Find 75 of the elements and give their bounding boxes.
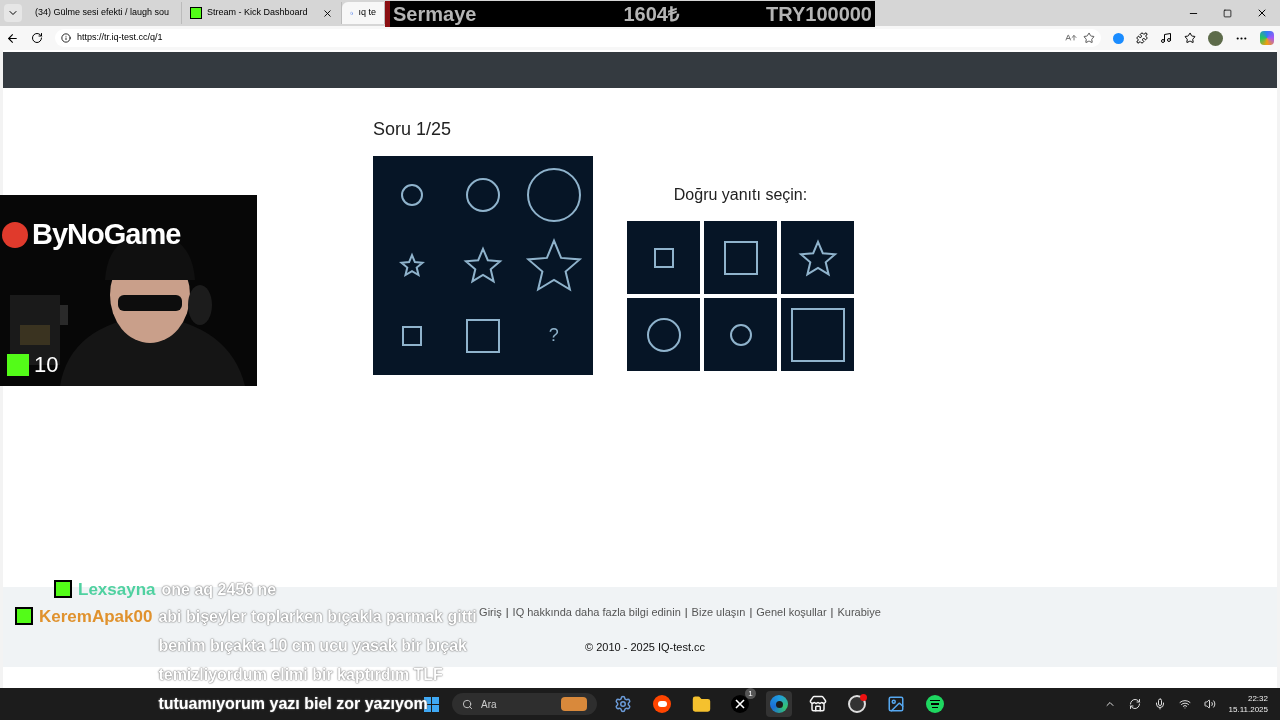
star-icon (463, 245, 503, 286)
banner-amount: 1604₺ (623, 2, 679, 27)
separator: | (505, 605, 509, 620)
chat-username: KeremApak00 (39, 606, 153, 628)
taskbar-search-field[interactable]: Ara (452, 693, 597, 715)
tab-list-button[interactable] (4, 4, 22, 22)
separator: | (684, 605, 688, 620)
question-title: Soru 1/25 (373, 118, 452, 141)
square-icon (722, 239, 759, 276)
close-icon[interactable] (1256, 7, 1268, 19)
answer-option[interactable] (781, 221, 854, 294)
close-icon[interactable] (322, 7, 333, 19)
footer-link[interactable]: Genel koşullar (756, 604, 827, 621)
microphone-icon[interactable] (1153, 698, 1166, 710)
banner-label: Sermaye (393, 2, 477, 27)
address-field[interactable]: https://tr.iq-test.cc/q/1 (55, 29, 1101, 47)
volume-icon[interactable] (1203, 698, 1216, 710)
separator: | (749, 605, 753, 620)
answer-option[interactable] (781, 298, 854, 371)
answer-option[interactable] (704, 298, 777, 371)
star-icon (399, 252, 426, 279)
chat-message-line: temizliyordum elimi bir kaptırdım TLF (158, 665, 443, 686)
star-icon (797, 237, 838, 278)
clock-time[interactable]: 22:32 (1247, 693, 1268, 704)
taskbar-app[interactable]: 1 (727, 691, 753, 717)
footer-link[interactable]: Giriş (479, 604, 502, 621)
footer-link[interactable]: Bize ulaşın (691, 604, 746, 621)
kick-icon (7, 353, 29, 376)
question-mark: ? (548, 324, 559, 348)
search-icon (462, 698, 473, 710)
square-icon (789, 306, 846, 363)
circle-icon (728, 322, 753, 347)
circle-icon (465, 177, 501, 214)
answer-option[interactable] (627, 298, 700, 371)
browser-tab[interactable]: Stream - Kick Dashboard (182, 2, 342, 24)
notification-badge: 1 (745, 688, 756, 699)
copilot-icon[interactable] (1260, 31, 1274, 45)
square-icon (465, 317, 501, 354)
info-icon (61, 33, 71, 43)
chat-message-line: benim bıçakta 10 cm ucu yasak bir bıçak (158, 636, 467, 657)
favorites-icon[interactable] (1184, 32, 1196, 44)
footer-link[interactable]: Kurabiye (837, 604, 881, 621)
clock-date[interactable]: 15.11.2025 (1228, 704, 1268, 715)
chat-message-line: abi bişeyler toplarken bıçakla parmak gitti (158, 607, 477, 628)
answers-title: Doğru yanıtı seçin: (673, 185, 808, 205)
circle-icon (645, 316, 682, 353)
wifi-icon[interactable] (1178, 698, 1191, 710)
footer-link[interactable]: IQ hakkında daha fazla bilgi edinin (512, 604, 681, 621)
chat-username: Lexsayna (78, 579, 156, 601)
square-icon (652, 246, 675, 269)
answer-option[interactable] (704, 221, 777, 294)
answer-option[interactable] (627, 221, 700, 294)
kick-icon (190, 7, 202, 19)
maximize-icon[interactable] (1223, 8, 1232, 18)
circle-icon (525, 167, 582, 224)
media-icon[interactable] (1160, 32, 1172, 44)
separator: | (830, 605, 834, 620)
sync-icon[interactable] (1128, 698, 1141, 710)
chat-message-line: one aq 2456 ne (161, 580, 277, 601)
channel-name: ByNoGame (32, 217, 181, 252)
back-icon[interactable] (6, 31, 19, 45)
circle-icon (400, 183, 425, 208)
square-icon (401, 324, 424, 347)
copyright: © 2010 - 2025 IQ-test.cc (585, 639, 705, 655)
reload-icon[interactable] (31, 32, 43, 44)
chat-message-line: tutuamıyorum yazı biel zor yazıyom (158, 694, 428, 714)
viewer-count: 10 (34, 351, 59, 379)
kick-icon (54, 580, 72, 598)
favorite-icon[interactable] (1083, 32, 1095, 44)
kick-icon (15, 607, 33, 625)
browser-tab[interactable]: ıq te (342, 2, 385, 24)
extensions-icon[interactable] (1136, 32, 1148, 44)
read-aloud-icon[interactable] (1065, 32, 1077, 44)
banner-goal: TRY100000 (766, 2, 872, 27)
profile-icon[interactable] (1208, 30, 1223, 46)
